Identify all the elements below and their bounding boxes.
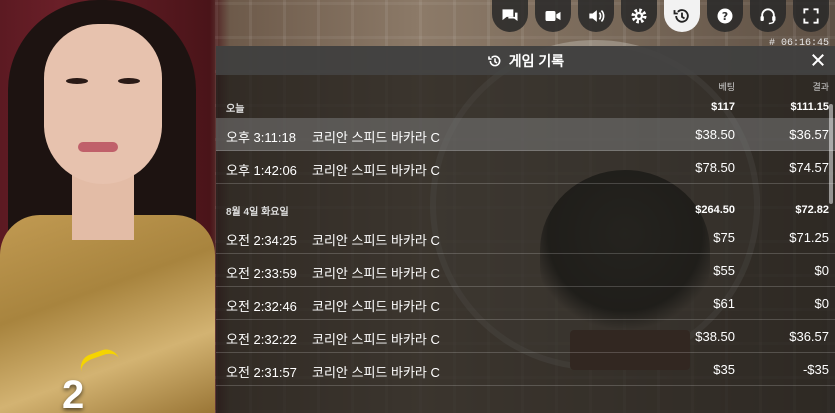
history-row[interactable]: 오전 2:32:46 코리안 스피드 바카라 C $61 $0 bbox=[216, 287, 835, 320]
video-icon bbox=[545, 11, 561, 21]
gear-icon bbox=[631, 8, 647, 24]
dealer-lips bbox=[78, 142, 118, 152]
row-game: 코리안 스피드 바카라 C bbox=[312, 130, 440, 145]
row-result: $0 bbox=[814, 263, 829, 278]
game-history-panel: 게임 기록 베팅 결과 오늘 $117 $111.15 오후 3:11:18 코… bbox=[216, 46, 835, 413]
row-result: $71.25 bbox=[789, 230, 829, 245]
volume-icon bbox=[589, 9, 605, 23]
round-number: 2 bbox=[62, 373, 85, 413]
close-icon[interactable] bbox=[809, 51, 827, 69]
day-bet-total: $264.50 bbox=[695, 204, 735, 216]
row-result: -$35 bbox=[802, 362, 829, 377]
day-result-total: $111.15 bbox=[790, 101, 829, 113]
day-label: 오늘 bbox=[226, 103, 245, 115]
svg-text:?: ? bbox=[722, 10, 728, 23]
row-time: 오전 2:31:57 bbox=[226, 365, 297, 380]
row-result: $0 bbox=[814, 296, 829, 311]
row-result: $74.57 bbox=[789, 160, 829, 175]
row-time: 오전 2:32:46 bbox=[226, 299, 297, 314]
fullscreen-icon bbox=[803, 8, 819, 24]
history-row[interactable]: 오후 1:42:06 코리안 스피드 바카라 C $78.50 $74.57 bbox=[216, 151, 835, 184]
day-header: 오늘 $117 $111.15 bbox=[216, 96, 835, 118]
dealer-eye-right bbox=[118, 78, 140, 84]
panel-header: 게임 기록 bbox=[216, 46, 835, 75]
row-bet: $55 bbox=[713, 263, 735, 278]
row-game: 코리안 스피드 바카라 C bbox=[312, 163, 440, 178]
row-time: 오후 3:11:18 bbox=[226, 130, 296, 145]
history-scrollbar[interactable] bbox=[829, 104, 833, 204]
day-result-total: $72.82 bbox=[795, 204, 829, 216]
panel-title: 게임 기록 bbox=[508, 52, 565, 69]
row-bet: $38.50 bbox=[695, 127, 735, 142]
history-row[interactable]: 오전 2:34:25 코리안 스피드 바카라 C $75 $71.25 bbox=[216, 221, 835, 254]
headset-icon bbox=[760, 8, 776, 25]
row-game: 코리안 스피드 바카라 C bbox=[312, 365, 440, 380]
day-separator bbox=[216, 184, 835, 199]
row-bet: $35 bbox=[713, 362, 735, 377]
row-game: 코리안 스피드 바카라 C bbox=[312, 332, 440, 347]
chat-icon bbox=[502, 9, 518, 21]
row-result: $36.57 bbox=[789, 127, 829, 142]
history-row[interactable]: 오후 3:11:18 코리안 스피드 바카라 C $38.50 $36.57 bbox=[216, 118, 835, 151]
history-row[interactable]: 오전 2:31:57 코리안 스피드 바카라 C $35 -$35 bbox=[216, 353, 835, 386]
row-bet: $78.50 bbox=[695, 160, 735, 175]
row-bet: $38.50 bbox=[695, 329, 735, 344]
history-row[interactable]: 오전 2:33:59 코리안 스피드 바카라 C $55 $0 bbox=[216, 254, 835, 287]
history-icon bbox=[673, 9, 689, 23]
history-list: 오늘 $117 $111.15 오후 3:11:18 코리안 스피드 바카라 C… bbox=[216, 96, 835, 386]
row-result: $36.57 bbox=[789, 329, 829, 344]
row-game: 코리안 스피드 바카라 C bbox=[312, 299, 440, 314]
row-time: 오전 2:32:22 bbox=[226, 332, 297, 347]
day-bet-total: $117 bbox=[711, 101, 735, 113]
dealer-face bbox=[44, 24, 162, 184]
row-bet: $61 bbox=[713, 296, 735, 311]
row-time: 오전 2:34:25 bbox=[226, 233, 297, 248]
day-header: 8월 4일 화요일 $264.50 $72.82 bbox=[216, 199, 835, 221]
column-header-bet: 베팅 bbox=[718, 82, 735, 92]
column-header-result: 결과 bbox=[812, 82, 829, 92]
row-time: 오후 1:42:06 bbox=[226, 163, 297, 178]
history-icon bbox=[487, 54, 501, 66]
row-game: 코리안 스피드 바카라 C bbox=[312, 233, 440, 248]
day-label: 8월 4일 화요일 bbox=[226, 206, 289, 218]
row-time: 오전 2:33:59 bbox=[226, 266, 297, 281]
help-icon: ? bbox=[717, 8, 733, 24]
history-row[interactable]: 오전 2:32:22 코리안 스피드 바카라 C $38.50 $36.57 bbox=[216, 320, 835, 353]
dealer-eye-left bbox=[66, 78, 88, 84]
row-game: 코리안 스피드 바카라 C bbox=[312, 266, 440, 281]
row-bet: $75 bbox=[713, 230, 735, 245]
dealer-dress bbox=[0, 215, 215, 413]
